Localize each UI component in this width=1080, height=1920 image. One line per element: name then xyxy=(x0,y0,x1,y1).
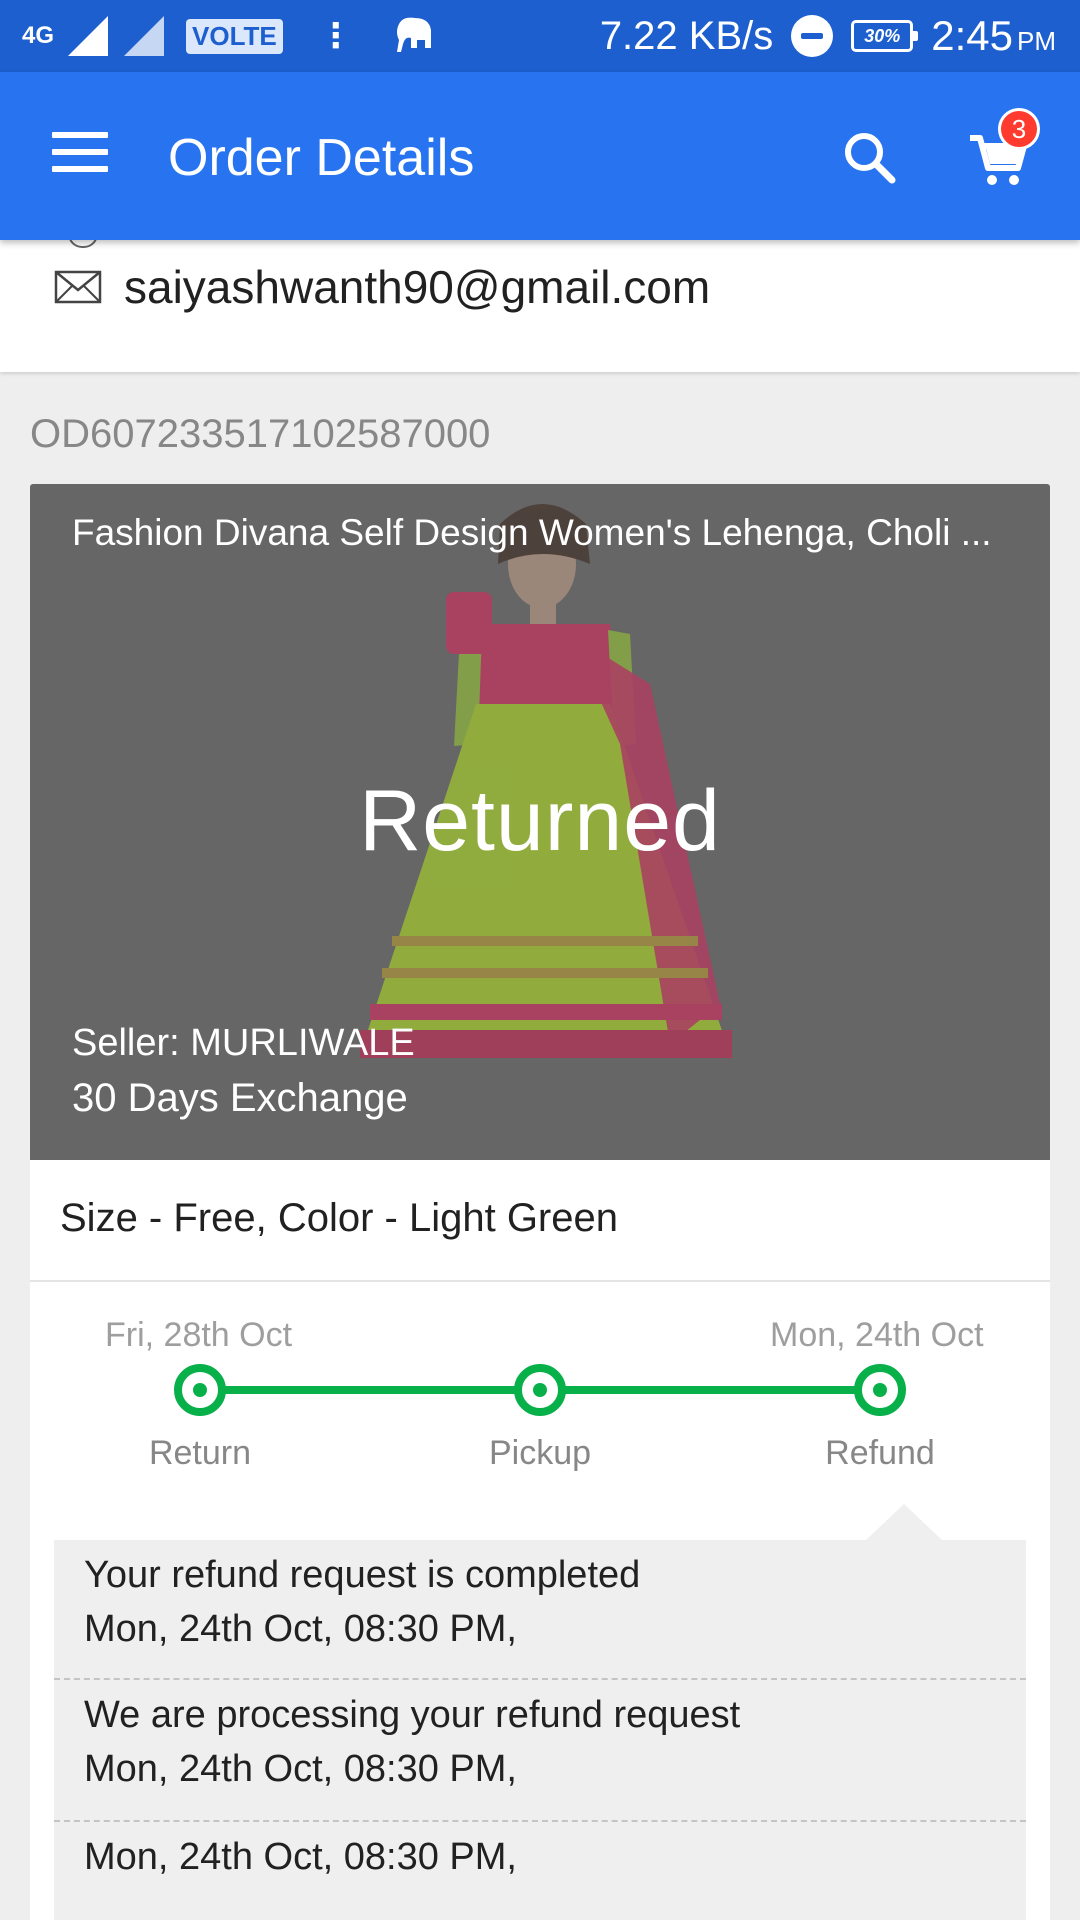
tracker-node-pickup xyxy=(514,1364,566,1416)
tracker-step-label: Return xyxy=(148,1434,252,1472)
event-item: We are processing your refund request Mo… xyxy=(54,1688,1026,1796)
network-type: 4G xyxy=(22,22,55,49)
order-id: OD607233517102587000 xyxy=(30,412,491,456)
tracker-start-date: Fri, 28th Oct xyxy=(105,1316,293,1354)
refund-tracker: Fri, 28th Oct Mon, 24th Oct Return Picku… xyxy=(30,1282,1050,1920)
tracker-node-refund[interactable] xyxy=(854,1364,906,1416)
tracker-step-label[interactable]: Refund xyxy=(780,1434,980,1473)
events-pointer xyxy=(866,1504,942,1540)
elephant-app-icon xyxy=(393,14,437,59)
order-status-label: Returned xyxy=(359,773,721,869)
page-title: Order Details xyxy=(168,129,475,187)
hamburger-menu-icon[interactable] xyxy=(48,128,112,176)
exchange-policy: 30 Days Exchange xyxy=(72,1076,408,1120)
event-item: Mon, 24th Oct, 08:30 PM, xyxy=(54,1830,1026,1884)
event-text: We are processing your refund request xyxy=(84,1694,741,1736)
event-divider xyxy=(54,1678,1026,1680)
product-card[interactable]: Fashion Divana Self Design Women's Lehen… xyxy=(30,484,1050,1160)
variant-row: Size - Free, Color - Light Green xyxy=(30,1160,1050,1282)
network-speed: 7.22 KB/s xyxy=(599,13,774,58)
tracker-node-return xyxy=(174,1364,226,1416)
cart-count-badge: 3 xyxy=(998,108,1040,150)
contact-card: saiyashwanth90@gmail.com xyxy=(0,234,1080,372)
clock-time: 2:45 xyxy=(931,12,1013,59)
do-not-disturb-icon xyxy=(791,15,834,57)
app-bar: Order Details xyxy=(0,72,1080,240)
event-divider xyxy=(54,1820,1026,1822)
clock: 2:45 PM xyxy=(931,12,1056,60)
mail-icon xyxy=(54,270,102,309)
event-time: Mon, 24th Oct, 08:30 PM, xyxy=(84,1608,517,1650)
battery-icon: 30% xyxy=(851,20,919,52)
event-time: Mon, 24th Oct, 08:30 PM, xyxy=(84,1748,517,1790)
volte-badge: VOLTE xyxy=(186,18,283,54)
search-icon[interactable] xyxy=(840,128,900,188)
status-right: 7.22 KB/s 30% 2:45 PM xyxy=(600,0,1080,72)
variant-text: Size - Free, Color - Light Green xyxy=(60,1196,618,1240)
clock-ampm: PM xyxy=(1017,26,1056,56)
seller-name: Seller: MURLIWALE xyxy=(72,1022,415,1064)
event-time: Mon, 24th Oct, 08:30 PM, xyxy=(84,1836,517,1878)
refund-events-panel: Your refund request is completed Mon, 24… xyxy=(54,1504,1026,1920)
product-title: Fashion Divana Self Design Women's Lehen… xyxy=(72,512,992,553)
status-bar: 4G VOLTE ⋮ 7.22 KB/s 30% 2:45 PM xyxy=(0,0,1080,72)
battery-level: 30% xyxy=(864,25,901,46)
email-text[interactable]: saiyashwanth90@gmail.com xyxy=(124,260,710,314)
signal-sim2-icon xyxy=(124,16,170,56)
more-notifications-icon: ⋮ xyxy=(318,17,353,55)
event-item: Your refund request is completed Mon, 24… xyxy=(54,1548,1026,1656)
signal-sim1-icon xyxy=(68,16,114,56)
tracker-end-date: Mon, 24th Oct xyxy=(770,1316,984,1354)
status-left: 4G VOLTE ⋮ xyxy=(0,14,437,59)
tracker-step-label: Pickup xyxy=(488,1434,592,1472)
event-text: Your refund request is completed xyxy=(84,1554,641,1596)
